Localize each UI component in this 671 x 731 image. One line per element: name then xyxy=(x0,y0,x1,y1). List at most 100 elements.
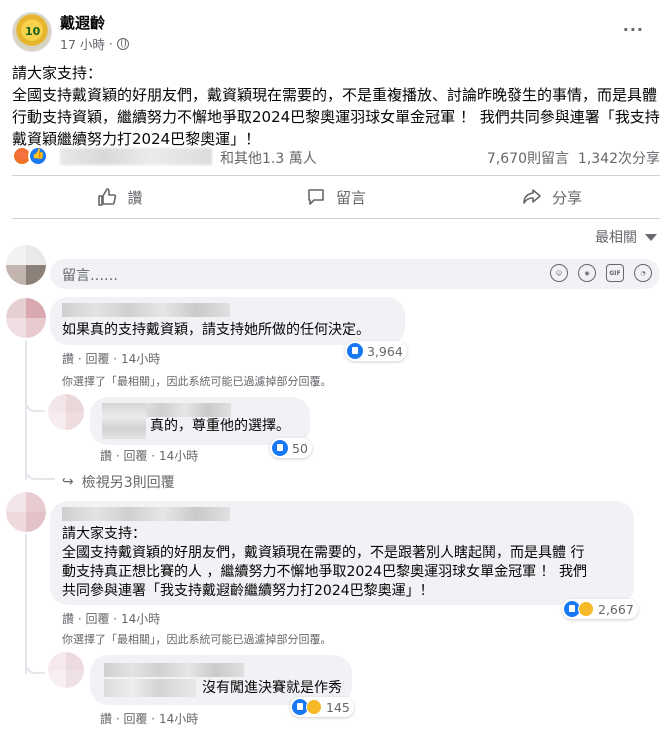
comment-line: 全國支持戴資穎的好朋友們，戴資穎現在需要的，不是跟著別人瞎起鬨，而是具體 行 xyxy=(62,545,585,561)
reactor-count[interactable]: 和其他1.3 萬人 xyxy=(220,148,317,168)
comment-like-link[interactable]: 讚 xyxy=(62,352,74,366)
blurred-commenter-name[interactable] xyxy=(62,507,230,521)
author-name[interactable]: 戴遐齡 xyxy=(60,12,105,33)
reply-connector xyxy=(25,660,45,674)
like-reaction-icon xyxy=(28,146,48,166)
comment-label: 留言 xyxy=(335,188,366,207)
comment-input[interactable]: 留言…… xyxy=(62,265,118,285)
post-body: 請大家支持： 全國支持戴資穎的好朋友們，戴資穎現在需要的，不是重複播放、討論昨晚… xyxy=(12,62,662,150)
comment-line: 共同參與連署「我支持戴遐齡繼續努力打2024巴黎奧運」！ xyxy=(62,583,434,599)
more-options-icon[interactable]: ··· xyxy=(623,20,644,39)
post-header: 10 戴遐齡 17 小時 · ··· xyxy=(12,12,652,56)
reaction-count: 145 xyxy=(326,699,350,715)
share-count[interactable]: 1,342次分享 xyxy=(578,151,660,167)
comment-sort-dropdown[interactable]: 最相關 xyxy=(595,227,657,247)
post-time[interactable]: 17 小時 xyxy=(60,34,105,53)
post-stats: 和其他1.3 萬人 7,670則留言 1,342次分享 xyxy=(12,146,660,168)
reply-actions: 讚 · 回覆 · 14小時 xyxy=(100,712,199,726)
sort-label: 最相關 xyxy=(595,230,637,246)
replier-avatar[interactable] xyxy=(48,652,84,688)
caret-down-icon xyxy=(645,233,657,241)
comment-bubble: 請大家支持： 全國支持戴資穎的好朋友們，戴資穎現在需要的，不是跟著別人瞎起鬨，而… xyxy=(50,501,634,605)
post-line: 請大家支持： xyxy=(12,64,103,82)
divider xyxy=(12,175,660,176)
post-line: 行動支持資穎，繼續努力不懈地爭取2024巴黎奧運羽球女單金冠軍 ！ 我們共同參與… xyxy=(12,108,660,126)
composer-tools: ☺ ◉ GIF ◔ xyxy=(550,264,652,282)
emoji-icon[interactable]: ☺ xyxy=(550,264,568,282)
comment-reply-link[interactable]: 回覆 xyxy=(85,612,109,626)
reply-reply-link[interactable]: 回覆 xyxy=(123,449,147,463)
blurred-reactor-names xyxy=(60,148,212,165)
reply-time[interactable]: 14小時 xyxy=(159,712,198,726)
sticker-icon[interactable]: ◔ xyxy=(634,264,652,282)
comment-time[interactable]: 14小時 xyxy=(121,612,160,626)
reaction-count: 3,964 xyxy=(367,343,403,359)
comment-reactions[interactable]: 3,964 xyxy=(345,341,407,361)
reply-reactions[interactable]: 145 xyxy=(290,697,354,717)
comment-line: 動支持真正想比賽的人 ，繼續努力不懈地爭取2024巴黎奧運羽球女單金冠軍 ！ 我… xyxy=(62,564,587,580)
like-label: 讚 xyxy=(127,188,143,207)
reply-like-link[interactable]: 讚 xyxy=(100,449,112,463)
blurred-replier-name[interactable] xyxy=(104,663,244,677)
avatar-jersey-number: 10 xyxy=(25,25,41,38)
like-reaction-icon xyxy=(272,440,288,456)
reply-connector xyxy=(25,398,45,412)
author-avatar[interactable]: 10 xyxy=(12,12,52,52)
share-button[interactable]: 分享 xyxy=(444,180,660,214)
like-reaction-icon xyxy=(347,343,363,359)
current-user-avatar xyxy=(6,245,46,285)
comment-line: 請大家支持： xyxy=(62,526,146,542)
comment-time[interactable]: 14小時 xyxy=(121,352,160,366)
replier-avatar[interactable] xyxy=(48,394,84,430)
camera-icon[interactable]: ◉ xyxy=(578,264,596,282)
filter-note: 你選擇了「最相關」，因此系統可能已過濾掉部分回覆。 xyxy=(62,633,332,646)
post-line: 全國支持戴資穎的好朋友們，戴資穎現在需要的，不是重複播放、討論昨晚發生的事情，而… xyxy=(12,86,658,104)
thread-line xyxy=(25,534,27,674)
reply-text: 真的，尊重他的選擇。 xyxy=(150,418,290,434)
view-more-replies[interactable]: ↪ 檢視另3則回覆 xyxy=(62,472,175,492)
reply-reactions[interactable]: 50 xyxy=(270,438,312,458)
blurred-replier-block xyxy=(104,679,196,697)
post-meta: 17 小時 · xyxy=(60,34,129,53)
view-more-label: 檢視另3則回覆 xyxy=(81,475,175,491)
view-more-connector xyxy=(25,462,55,480)
filter-note: 你選擇了「最相關」，因此系統可能已過濾掉部分回覆。 xyxy=(62,375,332,388)
share-icon xyxy=(523,189,541,204)
comment-text: 如果真的支持戴資穎，請支持她所做的任何決定。 xyxy=(62,322,370,338)
blurred-replier-avatar-block xyxy=(102,403,146,439)
globe-icon xyxy=(116,37,129,50)
comment-bubble: 如果真的支持戴資穎，請支持她所做的任何決定。 xyxy=(50,297,405,345)
reply-actions: 讚 · 回覆 · 14小時 xyxy=(100,449,199,463)
thread-line xyxy=(25,340,27,480)
reaction-icons[interactable] xyxy=(12,146,48,166)
like-button[interactable]: 讚 xyxy=(12,180,228,214)
comment-button[interactable]: 留言 xyxy=(228,180,444,214)
reply-text: 沒有闖進決賽就是作秀 xyxy=(202,680,342,696)
comment-composer[interactable]: 留言…… ☺ ◉ GIF ◔ xyxy=(50,259,660,289)
comment-icon xyxy=(308,189,324,205)
comment-share-counts: 7,670則留言 1,342次分享 xyxy=(487,148,660,168)
reaction-count: 50 xyxy=(292,440,308,456)
haha-reaction-icon xyxy=(306,699,322,715)
thumbs-up-icon xyxy=(98,188,117,206)
reaction-count: 2,667 xyxy=(598,601,634,617)
comment-actions: 讚 · 回覆 · 14小時 xyxy=(62,612,161,626)
comment-reactions[interactable]: 2,667 xyxy=(562,599,638,619)
reply-time[interactable]: 14小時 xyxy=(159,449,198,463)
comment-actions: 讚 · 回覆 · 14小時 xyxy=(62,352,161,366)
commenter-avatar[interactable] xyxy=(6,298,46,338)
comment-count[interactable]: 7,670則留言 xyxy=(487,151,569,167)
gif-icon[interactable]: GIF xyxy=(606,264,624,282)
separator-dot: · xyxy=(108,36,113,51)
comment-reply-link[interactable]: 回覆 xyxy=(85,352,109,366)
share-label: 分享 xyxy=(551,188,582,207)
blurred-commenter-name[interactable] xyxy=(62,303,230,317)
reply-like-link[interactable]: 讚 xyxy=(100,712,112,726)
post-actions: 讚 留言 分享 xyxy=(12,180,660,214)
reply-reply-link[interactable]: 回覆 xyxy=(123,712,147,726)
haha-reaction-icon xyxy=(578,601,594,617)
reply-arrow-icon: ↪ xyxy=(62,474,74,490)
commenter-avatar[interactable] xyxy=(6,492,46,532)
divider xyxy=(12,218,660,219)
comment-like-link[interactable]: 讚 xyxy=(62,612,74,626)
